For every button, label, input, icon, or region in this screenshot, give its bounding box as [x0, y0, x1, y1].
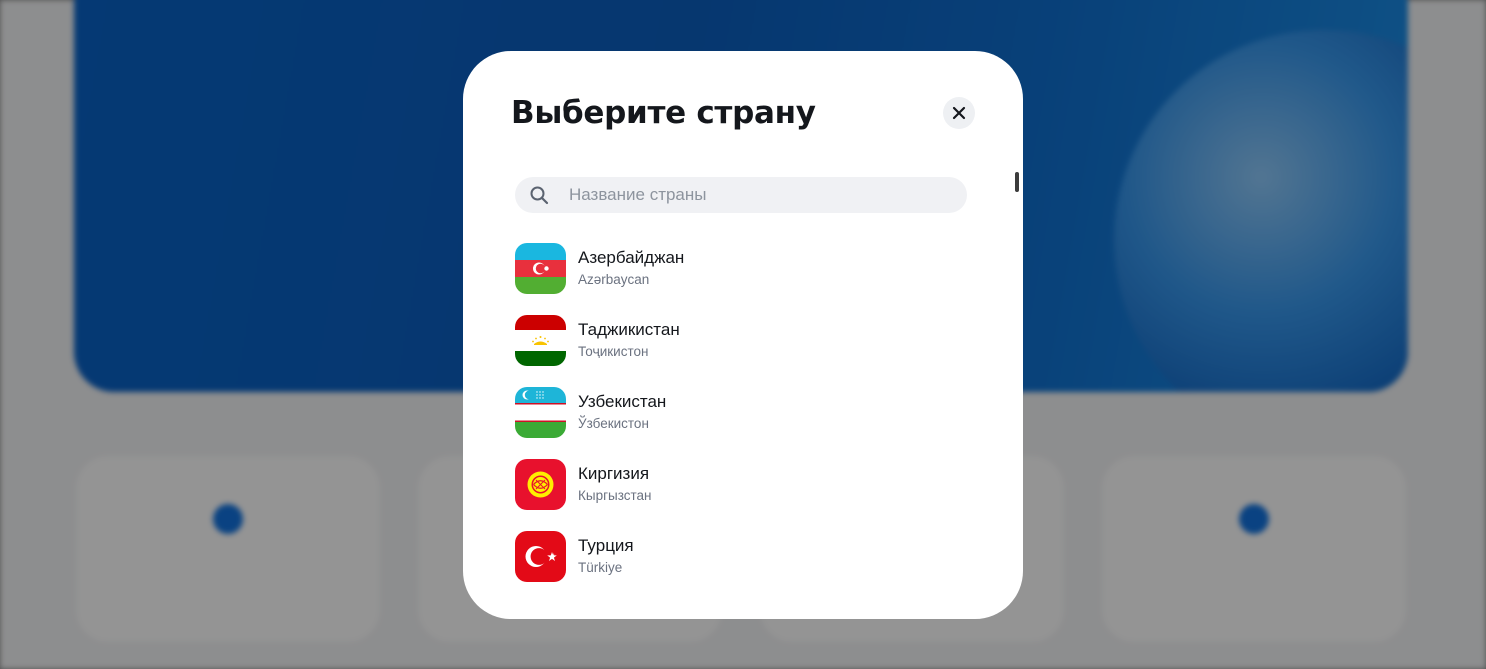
- search-field[interactable]: [515, 177, 967, 213]
- country-name: Киргизия: [578, 464, 650, 483]
- country-item-turkey[interactable]: Турция Türkiye: [515, 531, 975, 603]
- close-button[interactable]: [943, 97, 975, 129]
- country-item-tajikistan[interactable]: Таджикистан Тоҷикистон: [515, 315, 975, 387]
- country-native-name: Türkiye: [578, 560, 623, 575]
- country-native-name: Azərbaycan: [578, 272, 650, 287]
- azerbaijan-flag-icon: [515, 243, 566, 294]
- country-name: Азербайджан: [578, 248, 685, 267]
- kyrgyzstan-flag-icon: [515, 459, 566, 510]
- country-name: Таджикистан: [578, 320, 680, 339]
- country-list: Азербайджан Azərbaycan Таджикистан Тоҷик…: [515, 243, 975, 603]
- country-text: Киргизия Кыргызстан: [578, 459, 652, 506]
- modal-title: Выберите страну: [511, 95, 816, 131]
- search-icon: [529, 185, 549, 205]
- country-item-kyrgyzstan[interactable]: Киргизия Кыргызстан: [515, 459, 975, 531]
- country-text: Турция Türkiye: [578, 531, 634, 578]
- country-text: Таджикистан Тоҷикистон: [578, 315, 680, 362]
- close-icon: [952, 106, 966, 120]
- country-text: Узбекистан Ўзбекистон: [578, 387, 666, 434]
- scrollbar-thumb[interactable]: [1015, 172, 1019, 192]
- country-native-name: Ўзбекистон: [578, 416, 649, 431]
- uzbekistan-flag-icon: [515, 387, 566, 438]
- country-select-modal: Выберите страну Название страны Азербайд…: [463, 51, 1023, 619]
- country-name: Турция: [578, 536, 634, 555]
- country-native-name: Кыргызстан: [578, 488, 652, 503]
- search-input[interactable]: [567, 184, 951, 206]
- country-text: Азербайджан Azərbaycan: [578, 243, 684, 290]
- country-item-azerbaijan[interactable]: Азербайджан Azərbaycan: [515, 243, 975, 315]
- tajikistan-flag-icon: [515, 315, 566, 366]
- country-name: Узбекистан: [578, 392, 667, 411]
- country-item-uzbekistan[interactable]: Узбекистан Ўзбекистон: [515, 387, 975, 459]
- country-native-name: Тоҷикистон: [578, 344, 649, 359]
- turkey-flag-icon: [515, 531, 566, 582]
